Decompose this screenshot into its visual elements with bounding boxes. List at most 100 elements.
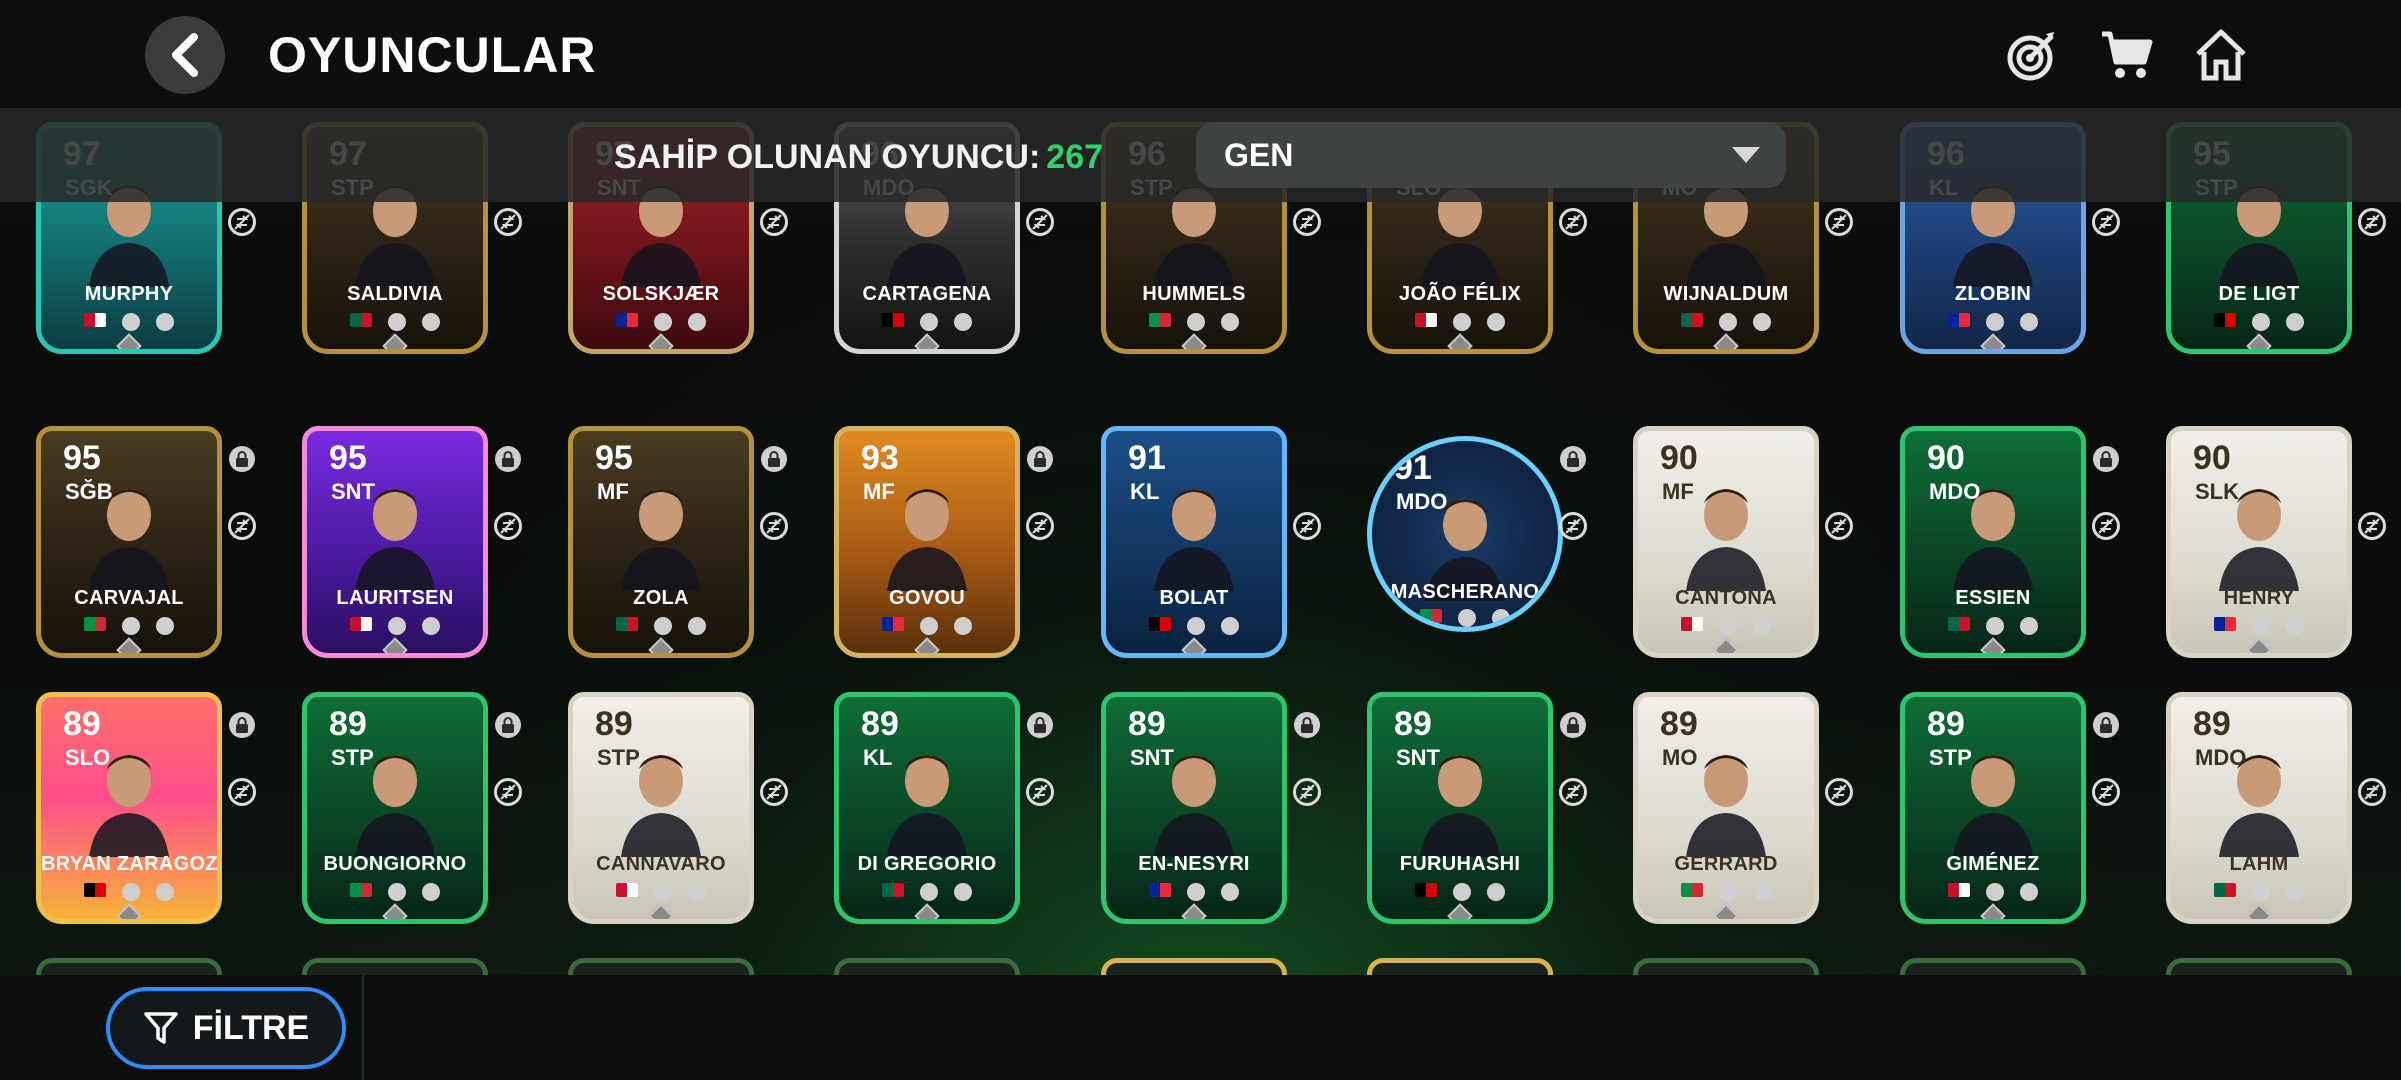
player-card-partial[interactable] — [834, 958, 1020, 975]
player-card-partial[interactable] — [1101, 958, 1287, 975]
card-flags — [1106, 617, 1282, 635]
card-player-name: GERRARD — [1674, 853, 1778, 875]
bottom-bar: FİLTRE — [0, 975, 2401, 1080]
card-rating: 91 — [1128, 439, 1166, 477]
untradeable-icon — [1559, 208, 1587, 236]
sub-header-bar: SAHİP OLUNAN OYUNCU: 267 GEN — [0, 108, 2401, 202]
untradeable-icon — [760, 778, 788, 806]
card-status-icons — [228, 446, 256, 540]
card-status-icons — [760, 446, 788, 540]
player-card-partial[interactable] — [1900, 958, 2086, 975]
player-card[interactable]: 90 SLK HENRY — [2166, 426, 2401, 666]
nation-flag-icon — [616, 617, 638, 631]
nation-flag-icon — [84, 617, 106, 631]
home-icon[interactable] — [2194, 28, 2248, 82]
player-card[interactable]: 89 MO GERRARD — [1633, 692, 1873, 932]
card-rating: 90 — [1660, 439, 1698, 477]
player-card[interactable]: 95 MF ZOLA — [568, 426, 808, 666]
card-player-name: CARTAGENA — [862, 283, 992, 305]
player-card[interactable]: 89 STP CANNAVARO — [568, 692, 808, 932]
card-rating: 89 — [1660, 705, 1698, 743]
untradeable-icon — [2358, 512, 2386, 540]
player-card-partial[interactable] — [302, 958, 488, 975]
untradeable-icon — [2092, 512, 2120, 540]
card-status-icons — [1825, 712, 1853, 806]
card-rating: 95 — [595, 439, 633, 477]
lock-icon — [1560, 712, 1586, 738]
lock-icon — [1560, 446, 1586, 472]
owned-players-count: SAHİP OLUNAN OYUNCU: 267 — [614, 138, 1103, 177]
target-icon[interactable] — [2006, 28, 2060, 82]
player-card[interactable]: 89 KL DI GREGORIO — [834, 692, 1074, 932]
club-badge-icon — [954, 617, 972, 635]
club-badge-icon — [2286, 617, 2304, 635]
club-badge-icon — [1753, 313, 1771, 331]
sort-dropdown[interactable]: GEN — [1196, 122, 1786, 188]
untradeable-icon — [494, 512, 522, 540]
card-flags — [2171, 313, 2347, 331]
card-gem-icon — [1980, 637, 2006, 653]
untradeable-icon — [1026, 778, 1054, 806]
card-rating: 90 — [2193, 439, 2231, 477]
card-position: SNT — [331, 479, 375, 504]
card-player-name: CANTONA — [1675, 587, 1777, 609]
card-gem-icon — [1447, 903, 1473, 919]
card-player-name: HUMMELS — [1142, 283, 1246, 305]
player-card[interactable]: 95 SNT LAURITSEN — [302, 426, 542, 666]
league-badge-icon — [1187, 883, 1205, 901]
league-badge-icon — [1986, 883, 2004, 901]
card-position: SLO — [65, 745, 111, 770]
back-button[interactable] — [145, 16, 225, 94]
card-frame: 89 STP CANNAVARO — [568, 692, 754, 924]
card-status-icons — [494, 712, 522, 806]
league-badge-icon — [1453, 313, 1471, 331]
untradeable-icon — [228, 512, 256, 540]
card-player-name: MURPHY — [84, 283, 174, 305]
untradeable-icon — [1825, 208, 1853, 236]
card-frame: 89 SNT FURUHASHI — [1367, 692, 1553, 924]
card-flags — [1638, 883, 1814, 901]
card-player-name: FURUHASHI — [1399, 853, 1521, 875]
nation-flag-icon — [616, 313, 638, 327]
player-card[interactable]: 95 SĞB CARVAJAL — [36, 426, 276, 666]
card-gem-icon — [1181, 637, 1207, 653]
player-card-partial[interactable] — [1367, 958, 1553, 975]
card-position: MF — [863, 479, 895, 504]
card-position: MDO — [1929, 479, 1981, 504]
lock-icon — [2093, 446, 2119, 472]
player-card[interactable]: 93 MF GOVOU — [834, 426, 1074, 666]
untradeable-icon — [1825, 778, 1853, 806]
card-flags — [1106, 313, 1282, 331]
league-badge-icon — [654, 617, 672, 635]
player-card[interactable]: 90 MF CANTONA — [1633, 426, 1873, 666]
player-card[interactable]: 91 KL BOLAT — [1101, 426, 1341, 666]
player-card[interactable]: 89 SLO BRYAN ZARAGOZA — [36, 692, 276, 932]
card-flags — [1106, 883, 1282, 901]
filter-button[interactable]: FİLTRE — [106, 987, 346, 1069]
card-player-name: BUONGIORNO — [323, 853, 467, 875]
player-card[interactable]: 89 STP BUONGIORNO — [302, 692, 542, 932]
player-card[interactable]: 89 SNT FURUHASHI — [1367, 692, 1607, 932]
card-gem-icon — [914, 637, 940, 653]
card-position: MDO — [1396, 489, 1448, 514]
player-card[interactable]: 89 SNT EN-NESYRI — [1101, 692, 1341, 932]
card-player-name: WIJNALDUM — [1663, 283, 1789, 305]
player-card-partial[interactable] — [568, 958, 754, 975]
lock-icon — [1294, 712, 1320, 738]
player-card-partial[interactable] — [2166, 958, 2352, 975]
cart-icon[interactable] — [2100, 28, 2154, 82]
player-card-partial[interactable] — [36, 958, 222, 975]
player-card[interactable]: 91 MDO MASCHERANO — [1367, 426, 1607, 666]
owned-label: SAHİP OLUNAN OYUNCU: — [614, 138, 1041, 176]
card-player-name: HENRY — [2223, 587, 2295, 609]
card-frame: 95 SĞB CARVAJAL — [36, 426, 222, 658]
card-flags — [1905, 313, 2081, 331]
nation-flag-icon — [2214, 617, 2236, 631]
player-card[interactable]: 89 MDO LAHM — [2166, 692, 2401, 932]
card-frame: 89 MO GERRARD — [1633, 692, 1819, 924]
player-card-partial[interactable] — [1633, 958, 1819, 975]
league-badge-icon — [920, 617, 938, 635]
player-card[interactable]: 90 MDO ESSIEN — [1900, 426, 2140, 666]
player-card[interactable]: 89 STP GIMÉNEZ — [1900, 692, 2140, 932]
player-portrait — [1154, 489, 1234, 591]
